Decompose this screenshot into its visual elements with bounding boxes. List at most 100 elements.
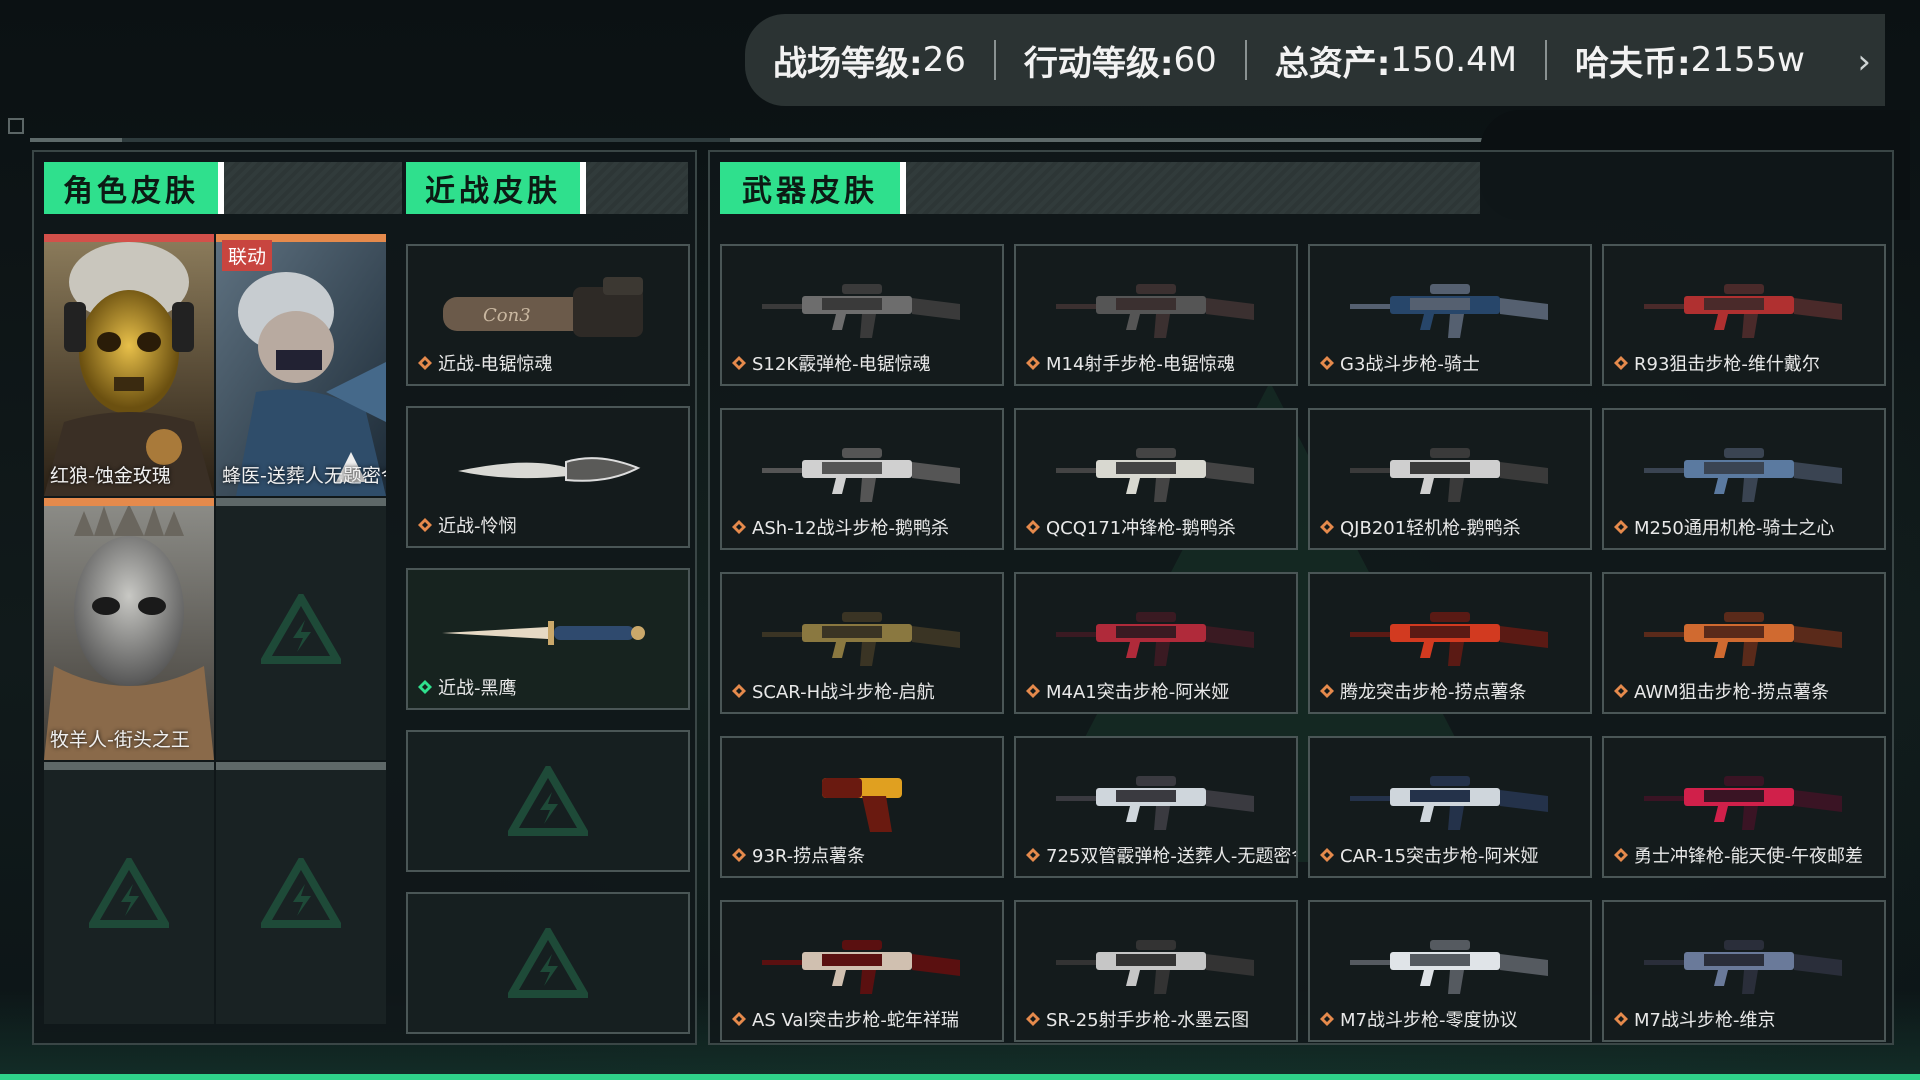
skin-name: AS Val突击步枪-蛇年祥瑞: [752, 1010, 959, 1031]
character-portrait: [44, 242, 214, 496]
rifle-icon: [1644, 612, 1842, 667]
weapon-skins-header: 武器皮肤: [720, 162, 1480, 214]
stat-label: 哈夫币:: [1575, 43, 1691, 84]
rifle-icon: [1350, 940, 1548, 995]
skin-name: 勇士冲锋枪-能天使-午夜邮差: [1634, 846, 1863, 867]
weapon-skin-card[interactable]: M7战斗步枪-零度协议: [1308, 900, 1592, 1042]
rarity-diamond-icon: [1026, 520, 1040, 534]
melee-skin-card[interactable]: Cοn3 近战-电锯惊魂: [406, 244, 690, 386]
weapon-skins-panel: 武器皮肤 S12K霰弹枪-电锯惊魂 M14射手步枪-电锯惊魂 G3战斗步枪-骑士…: [708, 150, 1894, 1045]
stat-haf-coin: 哈夫币: 2155w: [1545, 40, 1833, 84]
weapon-skin-card[interactable]: 勇士冲锋枪-能天使-午夜邮差: [1602, 736, 1886, 878]
skin-name: QJB201轻机枪-鹅鸭杀: [1340, 518, 1521, 539]
skin-name: M14射手步枪-电锯惊魂: [1046, 354, 1235, 375]
chevron-right-icon[interactable]: ›: [1857, 42, 1871, 82]
rifle-icon: [1056, 940, 1254, 995]
bottom-accent-line: [0, 1074, 1920, 1080]
rarity-diamond-icon: [1026, 356, 1040, 370]
weapon-skin-card[interactable]: QJB201轻机枪-鹅鸭杀: [1308, 408, 1592, 550]
rarity-diamond-icon: [418, 680, 432, 694]
character-melee-panel: 角色皮肤 近战皮肤 红狼-蚀金玫瑰 联动 蜂医-送葬人无题密令 牧羊人-街头之王…: [32, 150, 697, 1045]
knife-icon: [458, 457, 641, 483]
rifle-icon: [1056, 776, 1254, 831]
stat-total-assets: 总资产: 150.4M: [1244, 40, 1545, 84]
rifle-icon: [762, 940, 960, 995]
player-stats-bar: 战场等级: 26 行动等级: 60 总资产: 150.4M 哈夫币: 2155w…: [745, 14, 1885, 106]
rarity-diamond-icon: [732, 356, 746, 370]
rarity-diamond-icon: [1026, 684, 1040, 698]
weapon-skin-card[interactable]: 腾龙突击步枪-捞点薯条: [1308, 572, 1592, 714]
weapon-skin-card[interactable]: M4A1突击步枪-阿米娅: [1014, 572, 1298, 714]
skin-name: S12K霰弹枪-电锯惊魂: [752, 354, 931, 375]
skin-name: 近战-怜悯: [438, 516, 517, 537]
character-card[interactable]: 红狼-蚀金玫瑰: [44, 234, 214, 496]
rarity-diamond-icon: [732, 684, 746, 698]
weapon-skin-card[interactable]: 725双管霰弹枪-送葬人-无题密令: [1014, 736, 1298, 878]
character-card[interactable]: 牧羊人-街头之王: [44, 498, 214, 760]
pistol-icon: [822, 778, 902, 833]
empty-character-slot[interactable]: [44, 762, 214, 1024]
weapon-skin-card[interactable]: M250通用机枪-骑士之心: [1602, 408, 1886, 550]
weapon-skin-card[interactable]: R93狙击步枪-维什戴尔: [1602, 244, 1886, 386]
weapon-skin-card[interactable]: AWM狙击步枪-捞点薯条: [1602, 572, 1886, 714]
divider: [30, 138, 1520, 142]
skin-name: M7战斗步枪-零度协议: [1340, 1010, 1518, 1031]
weapon-skin-card[interactable]: SCAR-H战斗步枪-启航: [720, 572, 1004, 714]
rarity-diamond-icon: [1614, 848, 1628, 862]
stat-value: 60: [1173, 40, 1217, 80]
stat-operation-level: 行动等级: 60: [993, 40, 1245, 84]
rarity-diamond-icon: [732, 520, 746, 534]
skin-name: SR-25射手步枪-水墨云图: [1046, 1010, 1250, 1031]
rifle-icon: [762, 284, 960, 339]
skin-name: R93狙击步枪-维什戴尔: [1634, 354, 1820, 375]
character-name: 红狼-蚀金玫瑰: [50, 465, 171, 487]
weapon-skin-card[interactable]: M7战斗步枪-维京: [1602, 900, 1886, 1042]
weapon-skin-card[interactable]: QCQ171冲锋枪-鹅鸭杀: [1014, 408, 1298, 550]
rifle-icon: [1644, 940, 1842, 995]
skin-name: QCQ171冲锋枪-鹅鸭杀: [1046, 518, 1236, 539]
character-portrait: [44, 506, 214, 760]
empty-character-slot[interactable]: [216, 498, 386, 760]
rifle-icon: [1350, 284, 1548, 339]
skin-name: M7战斗步枪-维京: [1634, 1010, 1776, 1031]
empty-character-slot[interactable]: [216, 762, 386, 1024]
weapon-skin-card[interactable]: M14射手步枪-电锯惊魂: [1014, 244, 1298, 386]
rarity-diamond-icon: [1320, 684, 1334, 698]
skin-name: AWM狙击步枪-捞点薯条: [1634, 682, 1830, 703]
weapon-skin-card[interactable]: SR-25射手步枪-水墨云图: [1014, 900, 1298, 1042]
empty-melee-slot[interactable]: [406, 892, 690, 1034]
dagger-icon: [442, 621, 645, 646]
stat-value: 2155w: [1690, 40, 1805, 80]
weapon-skin-card[interactable]: AS Val突击步枪-蛇年祥瑞: [720, 900, 1004, 1042]
rifle-icon: [1644, 284, 1842, 339]
rarity-diamond-icon: [1320, 1012, 1334, 1026]
character-card[interactable]: 联动 蜂医-送葬人无题密令: [216, 234, 386, 496]
character-skins-header: 角色皮肤: [44, 162, 402, 214]
rarity-diamond-icon: [418, 518, 432, 532]
weapon-skin-card[interactable]: CAR-15突击步枪-阿米娅: [1308, 736, 1592, 878]
rifle-icon: [1350, 776, 1548, 831]
character-name: 蜂医-送葬人无题密令: [222, 465, 386, 487]
character-name: 牧羊人-街头之王: [50, 729, 190, 751]
rifle-icon: [1056, 284, 1254, 339]
skin-name: M4A1突击步枪-阿米娅: [1046, 682, 1230, 703]
character-portrait: [216, 242, 386, 496]
rarity-diamond-icon: [1320, 356, 1334, 370]
weapon-skin-card[interactable]: 93R-捞点薯条: [720, 736, 1004, 878]
melee-skin-card[interactable]: 近战-怜悯: [406, 406, 690, 548]
empty-melee-slot[interactable]: [406, 730, 690, 872]
skin-name: 近战-黑鹰: [438, 678, 517, 699]
weapon-skin-card[interactable]: S12K霰弹枪-电锯惊魂: [720, 244, 1004, 386]
collab-badge: 联动: [222, 240, 273, 271]
weapon-skin-card[interactable]: G3战斗步枪-骑士: [1308, 244, 1592, 386]
corner-marker-icon: [8, 118, 24, 134]
rarity-diamond-icon: [1614, 356, 1628, 370]
skin-name: SCAR-H战斗步枪-启航: [752, 682, 935, 703]
melee-skin-card[interactable]: 近战-黑鹰: [406, 568, 690, 710]
skin-name: 93R-捞点薯条: [752, 846, 866, 867]
delta-logo-icon: [508, 928, 588, 998]
rifle-icon: [1644, 776, 1842, 831]
delta-logo-icon: [261, 858, 341, 928]
weapon-skin-card[interactable]: ASh-12战斗步枪-鹅鸭杀: [720, 408, 1004, 550]
rarity-diamond-icon: [1320, 520, 1334, 534]
